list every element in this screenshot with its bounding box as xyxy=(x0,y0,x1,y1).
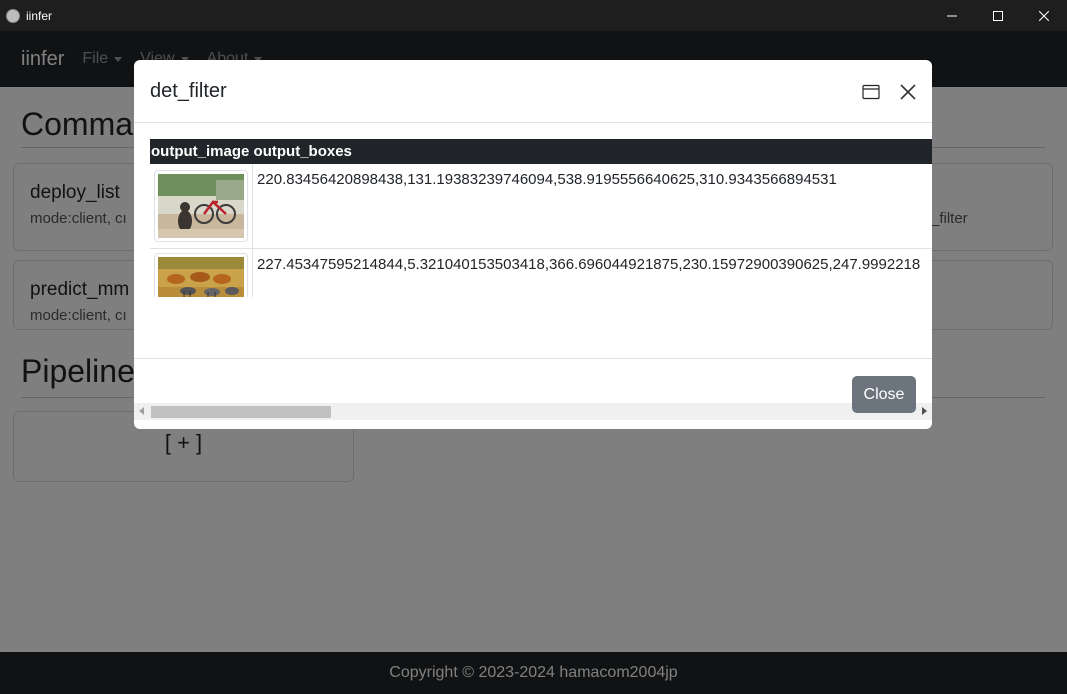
image-cell xyxy=(150,248,254,297)
boxes-cell: 220.83456420898438,131.19383239746094,53… xyxy=(252,164,932,249)
modal-body: output_image output_boxes 220.8345642089… xyxy=(134,123,932,420)
modal-title: det_filter xyxy=(150,80,227,102)
animals-field-thumbnail[interactable] xyxy=(154,253,248,297)
minimize-icon xyxy=(947,15,957,16)
column-header: output_image xyxy=(150,139,253,164)
minimize-button[interactable] xyxy=(929,0,975,31)
table-row: 227.45347595214844,5.321040153503418,366… xyxy=(150,248,932,297)
window-maximize-icon xyxy=(862,84,880,100)
maximize-modal-button[interactable] xyxy=(858,79,884,105)
close-button[interactable]: Close xyxy=(852,376,916,413)
window-title: iinfer xyxy=(26,8,53,23)
cat-bicycle-thumbnail[interactable] xyxy=(154,170,248,242)
maximize-button[interactable] xyxy=(975,0,1021,31)
column-header: output_boxes xyxy=(252,139,932,164)
window-titlebar: iinfer xyxy=(0,0,1067,31)
table-scroll-container[interactable]: output_image output_boxes 220.8345642089… xyxy=(150,139,932,297)
close-icon xyxy=(900,84,916,100)
table-row: 220.83456420898438,131.19383239746094,53… xyxy=(150,164,932,249)
close-icon xyxy=(1039,10,1049,21)
window-close-button[interactable] xyxy=(1021,0,1067,31)
table-header-row: output_image output_boxes xyxy=(150,139,932,164)
boxes-cell: 227.45347595214844,5.321040153503418,366… xyxy=(252,248,932,297)
result-table: output_image output_boxes 220.8345642089… xyxy=(150,139,932,297)
maximize-icon xyxy=(993,10,1003,21)
window-controls xyxy=(929,0,1067,31)
modal-footer: Close xyxy=(134,358,932,429)
app-globe-icon xyxy=(6,8,20,23)
modal-header: det_filter xyxy=(134,60,932,123)
det-filter-modal: det_filter output_image output_boxes 220… xyxy=(134,60,932,429)
image-cell xyxy=(150,164,254,249)
modal-close-x-button[interactable] xyxy=(895,79,921,105)
